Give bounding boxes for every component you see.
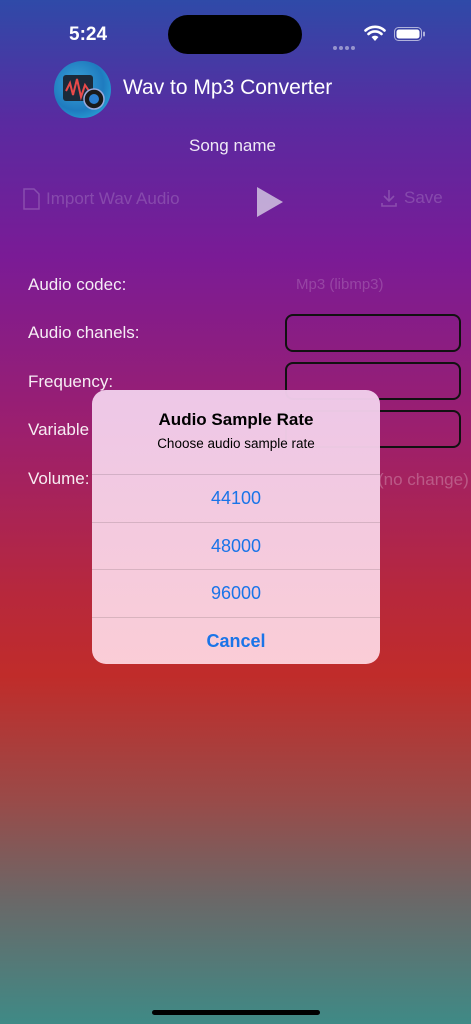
frequency-label: Frequency: xyxy=(28,372,114,391)
volume-value[interactable]: (no change) xyxy=(378,470,469,490)
audio-codec-value: Mp3 (libmp3) xyxy=(296,276,384,293)
alert-message: Choose audio sample rate xyxy=(157,436,315,451)
cellular-signal-icon xyxy=(333,37,357,55)
audio-codec-label: Audio codec: xyxy=(28,275,127,294)
battery-icon xyxy=(394,27,425,41)
audio-channels-field[interactable] xyxy=(285,314,461,352)
sample-rate-option-44100[interactable]: 44100 xyxy=(92,474,380,522)
save-label: Save xyxy=(404,188,443,207)
app-logo-icon xyxy=(54,61,111,118)
home-indicator[interactable] xyxy=(152,1010,320,1015)
save-icon xyxy=(381,190,397,207)
audio-channels-label: Audio chanels: xyxy=(28,323,140,342)
import-file-icon xyxy=(23,188,40,210)
play-button[interactable] xyxy=(255,186,285,223)
variable-bitrate-label: Variable xyxy=(28,420,90,439)
sample-rate-option-48000[interactable]: 48000 xyxy=(92,522,380,570)
wifi-icon xyxy=(364,25,386,47)
app-title: Wav to Mp3 Converter xyxy=(123,76,333,99)
play-icon xyxy=(257,187,283,217)
alert-title: Audio Sample Rate xyxy=(158,410,314,429)
save-button[interactable]: Save xyxy=(380,188,443,208)
cancel-button[interactable]: Cancel xyxy=(92,617,380,664)
import-wav-button[interactable]: Import Wav Audio xyxy=(22,188,180,210)
song-name-label: Song name xyxy=(189,136,276,155)
sample-rate-option-96000[interactable]: 96000 xyxy=(92,569,380,617)
dynamic-island xyxy=(168,15,302,54)
import-wav-label: Import Wav Audio xyxy=(46,189,180,208)
volume-label: Volume: xyxy=(28,469,90,488)
status-time: 5:24 xyxy=(69,24,108,45)
sample-rate-alert: Audio Sample Rate Choose audio sample ra… xyxy=(92,390,380,664)
